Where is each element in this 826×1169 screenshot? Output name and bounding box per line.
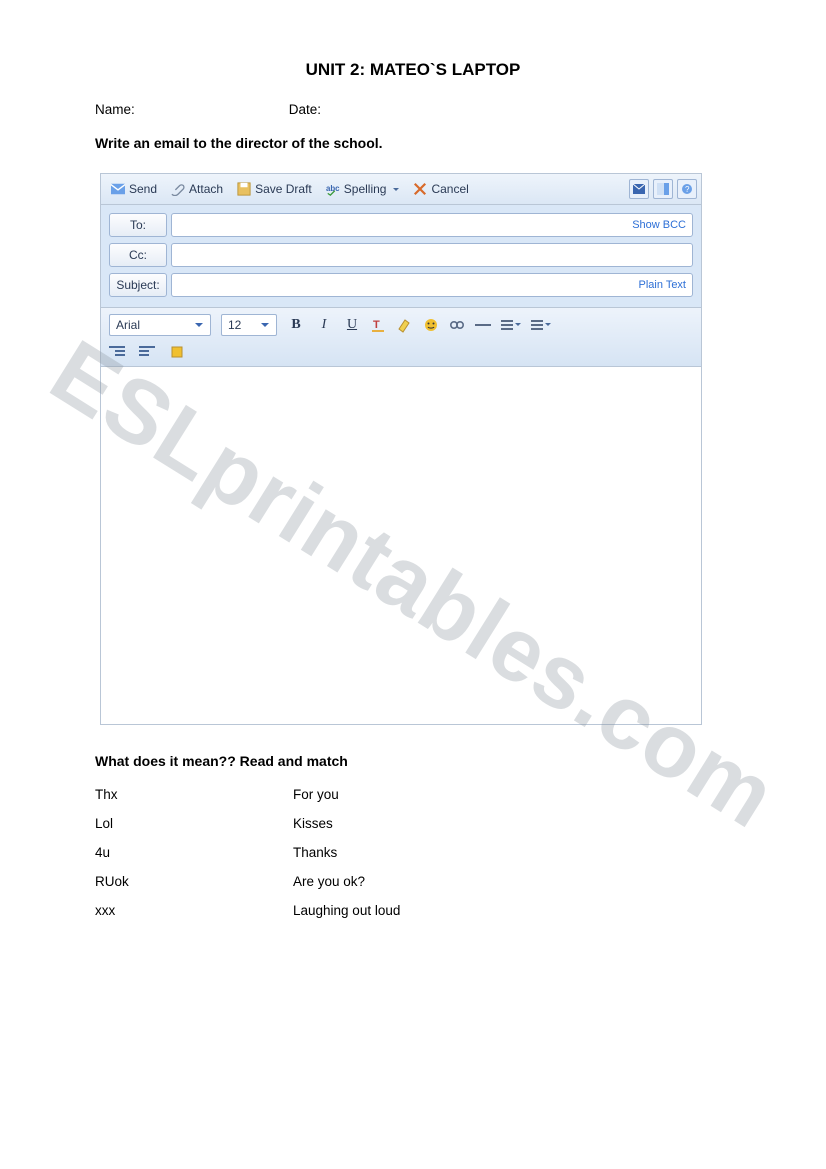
to-input[interactable] [172, 214, 704, 236]
emoji-button[interactable] [423, 317, 439, 333]
send-icon [111, 182, 125, 196]
attach-label: Attach [189, 182, 223, 196]
svg-text:T: T [373, 319, 380, 331]
subject-label-button[interactable]: Subject: [109, 273, 167, 297]
attach-button[interactable]: Attach [165, 180, 229, 198]
message-body-input[interactable] [107, 373, 699, 722]
panel-icon [657, 183, 669, 195]
match-left: xxx [95, 903, 293, 918]
help-icon: ? [681, 183, 693, 195]
font-family-select[interactable]: Arial [109, 314, 211, 336]
page-title: UNIT 2: MATEO`S LAPTOP [95, 60, 731, 80]
font-size-value: 12 [228, 318, 241, 332]
mail-icon-button[interactable] [629, 179, 649, 199]
show-bcc-link[interactable]: Show BCC [632, 219, 686, 231]
match-right: Thanks [293, 845, 337, 860]
spellcheck-icon: abc [326, 182, 340, 196]
link-button[interactable] [449, 317, 465, 333]
cc-label-button[interactable]: Cc: [109, 243, 167, 267]
match-row: RUok Are you ok? [95, 874, 731, 889]
toolbar-right-group: ? [629, 179, 697, 199]
mail-icon [633, 184, 645, 194]
sidebar-icon-button[interactable] [653, 179, 673, 199]
match-row: 4u Thanks [95, 845, 731, 860]
align-button[interactable] [501, 320, 521, 330]
font-color-button[interactable]: T [371, 317, 387, 333]
match-left: Lol [95, 816, 293, 831]
match-row: Thx For you [95, 787, 731, 802]
bold-button[interactable]: B [287, 317, 305, 333]
highlight-button[interactable] [397, 317, 413, 333]
compose-body [101, 367, 701, 724]
cancel-button[interactable]: Cancel [407, 180, 474, 198]
spelling-button[interactable]: abc Spelling [320, 180, 406, 198]
name-label: Name: [95, 102, 285, 117]
underline-button[interactable]: U [343, 317, 361, 333]
send-label: Send [129, 182, 157, 196]
match-right: Are you ok? [293, 874, 365, 889]
cc-input[interactable] [172, 244, 704, 266]
instruction-text: Write an email to the director of the sc… [95, 135, 731, 151]
date-label: Date: [289, 102, 321, 117]
composer-toolbar: Send Attach Save Draft abc Spelling Canc… [101, 174, 701, 205]
match-row: xxx Laughing out loud [95, 903, 731, 918]
format-toolbar: Arial 12 B I U T [101, 307, 701, 367]
match-right: Kisses [293, 816, 333, 831]
outdent-button[interactable] [109, 346, 125, 358]
subject-input[interactable] [172, 274, 704, 296]
chevron-down-icon [258, 318, 272, 332]
section2-heading: What does it mean?? Read and match [95, 753, 731, 769]
paperclip-icon [171, 182, 185, 196]
cancel-label: Cancel [431, 182, 468, 196]
font-size-select[interactable]: 12 [221, 314, 277, 336]
header-fields: To: Show BCC Cc: Subject: Plain Text [101, 205, 701, 307]
plain-text-link[interactable]: Plain Text [639, 279, 687, 291]
spelling-label: Spelling [344, 182, 387, 196]
email-composer: Send Attach Save Draft abc Spelling Canc… [100, 173, 702, 725]
svg-text:?: ? [685, 185, 690, 194]
svg-text:abc: abc [326, 184, 340, 193]
list-button[interactable] [531, 320, 551, 330]
chevron-down-icon [192, 318, 206, 332]
cancel-icon [413, 182, 427, 196]
insert-button[interactable] [169, 344, 185, 360]
send-button[interactable]: Send [105, 180, 163, 198]
save-draft-label: Save Draft [255, 182, 312, 196]
font-family-value: Arial [116, 318, 140, 332]
match-right: For you [293, 787, 339, 802]
help-icon-button[interactable]: ? [677, 179, 697, 199]
match-left: 4u [95, 845, 293, 860]
student-info-row: Name: Date: [95, 102, 731, 117]
hr-button[interactable] [475, 324, 491, 326]
match-right: Laughing out loud [293, 903, 400, 918]
match-left: Thx [95, 787, 293, 802]
save-icon [237, 182, 251, 196]
indent-button[interactable] [139, 346, 155, 358]
save-draft-button[interactable]: Save Draft [231, 180, 318, 198]
to-label-button[interactable]: To: [109, 213, 167, 237]
match-left: RUok [95, 874, 293, 889]
match-row: Lol Kisses [95, 816, 731, 831]
italic-button[interactable]: I [315, 317, 333, 333]
